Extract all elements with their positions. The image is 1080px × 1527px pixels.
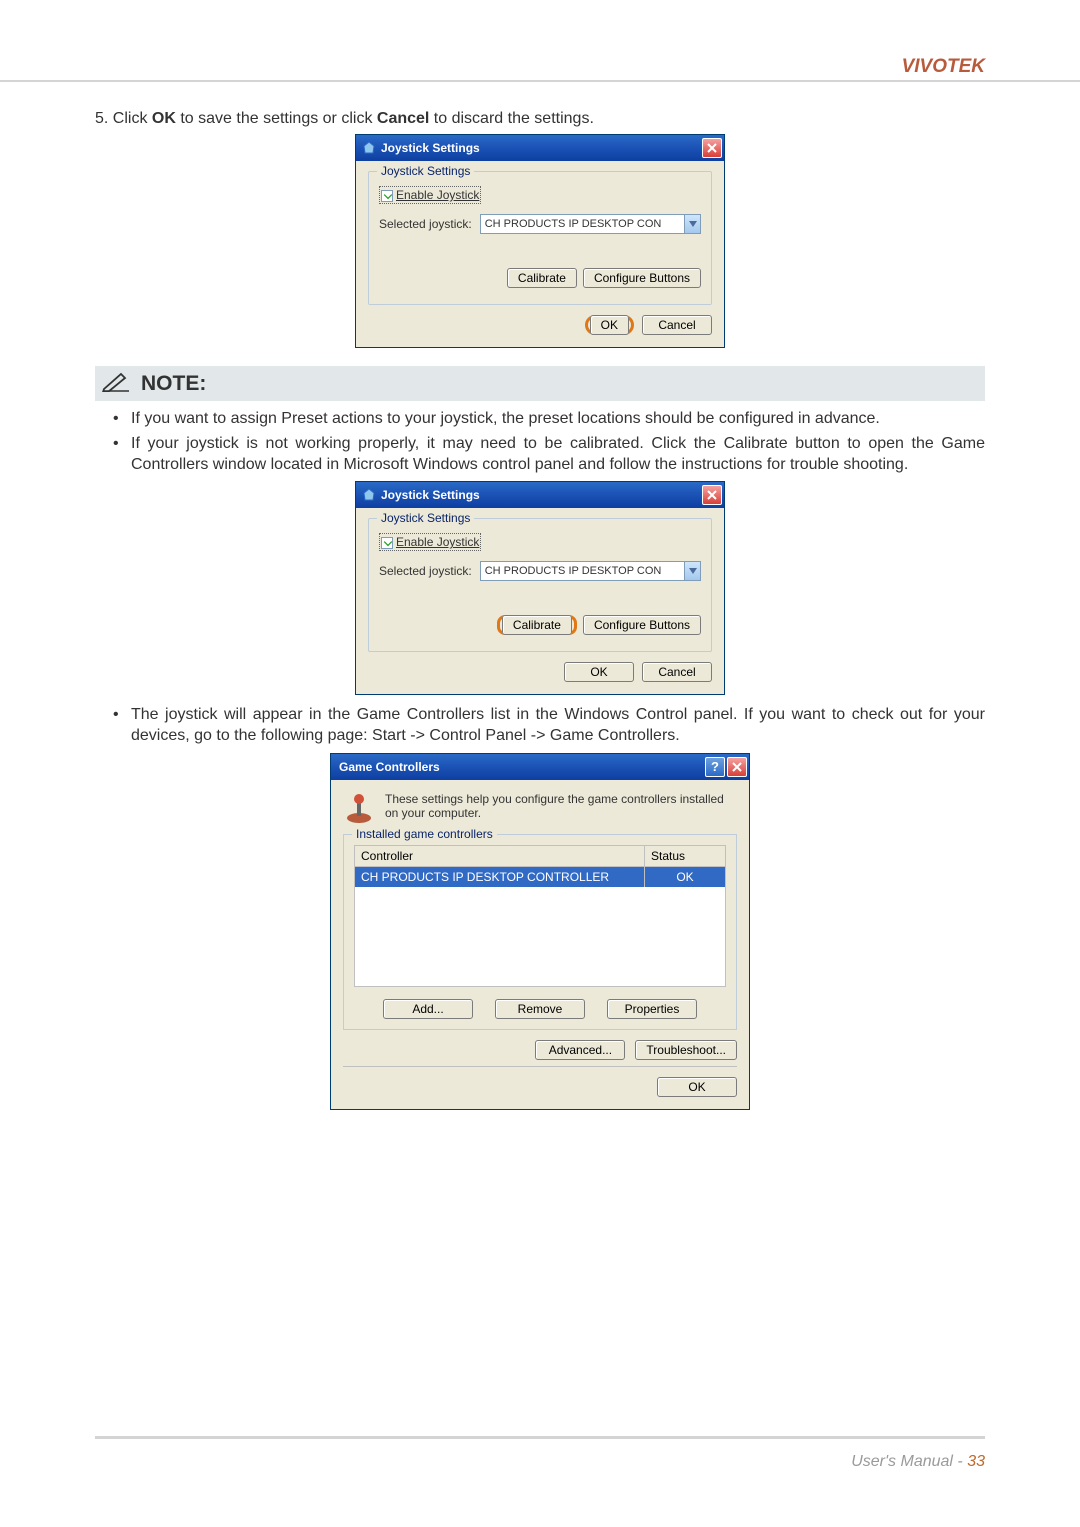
app-icon — [362, 141, 376, 155]
step-bold-cancel: Cancel — [377, 110, 429, 127]
combo-value: CH PRODUCTS IP DESKTOP CON — [485, 565, 662, 577]
step-mid: to save the settings or click — [176, 110, 377, 127]
step-instruction: 5. Click OK to save the settings or clic… — [95, 110, 985, 128]
controllers-list[interactable]: CH PRODUCTS IP DESKTOP CONTROLLER OK — [354, 867, 726, 987]
row-controller-name: CH PRODUCTS IP DESKTOP CONTROLLER — [355, 867, 645, 887]
advanced-button[interactable]: Advanced... — [535, 1040, 625, 1060]
table-row[interactable]: CH PRODUCTS IP DESKTOP CONTROLLER OK — [355, 867, 725, 887]
configure-buttons-button[interactable]: Configure Buttons — [583, 615, 701, 635]
dialog-titlebar[interactable]: Joystick Settings — [356, 482, 724, 508]
footer-manual-label: User's Manual - — [851, 1453, 967, 1470]
joystick-icon — [343, 792, 375, 824]
ok-button[interactable]: OK — [564, 662, 634, 682]
brand-label: VIVOTEK — [902, 56, 985, 78]
group-legend: Installed game controllers — [352, 827, 497, 841]
selected-joystick-label: Selected joystick: — [379, 564, 472, 578]
installed-controllers-group: Installed game controllers Controller St… — [343, 834, 737, 1030]
footer-divider — [95, 1436, 985, 1439]
note-item: The joystick will appear in the Game Con… — [95, 705, 985, 747]
joystick-settings-dialog: Joystick Settings Joystick Settings Enab… — [355, 481, 725, 695]
close-icon[interactable] — [702, 485, 722, 505]
dialog-title: Joystick Settings — [381, 488, 702, 502]
note-header: NOTE: — [95, 366, 985, 401]
group-legend: Joystick Settings — [377, 511, 474, 525]
step-bold-ok: OK — [152, 110, 176, 127]
enable-joystick-label: Enable Joystick — [396, 188, 479, 202]
properties-button[interactable]: Properties — [607, 999, 697, 1019]
cancel-button[interactable]: Cancel — [642, 315, 712, 335]
footer-text: User's Manual - 33 — [851, 1453, 985, 1471]
enable-joystick-label: Enable Joystick — [396, 535, 479, 549]
dialog-description: These settings help you configure the ga… — [385, 792, 737, 820]
dialog-titlebar[interactable]: Game Controllers ? — [331, 754, 749, 780]
note-item: If your joystick is not working properly… — [95, 434, 985, 476]
step-suffix: to discard the settings. — [429, 110, 594, 127]
dialog-title: Game Controllers — [337, 760, 705, 774]
game-controllers-dialog: Game Controllers ? — [330, 753, 750, 1110]
note-item: If you want to assign Preset actions to … — [95, 409, 985, 430]
help-icon[interactable]: ? — [705, 757, 725, 777]
calibrate-button[interactable]: Calibrate — [507, 268, 577, 288]
remove-button[interactable]: Remove — [495, 999, 585, 1019]
group-legend: Joystick Settings — [377, 164, 474, 178]
pencil-icon — [101, 370, 131, 397]
row-status: OK — [645, 867, 725, 887]
calibrate-button[interactable]: Calibrate — [502, 615, 572, 635]
enable-joystick-checkbox[interactable] — [381, 537, 393, 549]
enable-joystick-checkbox[interactable] — [381, 190, 393, 202]
selected-joystick-label: Selected joystick: — [379, 217, 472, 231]
list-header: Controller Status — [354, 845, 726, 867]
col-status[interactable]: Status — [645, 846, 725, 866]
step-prefix: 5. Click — [95, 110, 152, 127]
dialog-titlebar[interactable]: Joystick Settings — [356, 135, 724, 161]
chevron-down-icon — [684, 215, 700, 233]
chevron-down-icon — [684, 562, 700, 580]
configure-buttons-button[interactable]: Configure Buttons — [583, 268, 701, 288]
close-icon[interactable] — [702, 138, 722, 158]
footer-page-number: 33 — [967, 1453, 985, 1470]
highlight-calibrate: Calibrate — [497, 615, 577, 635]
highlight-ok: OK — [585, 315, 634, 335]
ok-button[interactable]: OK — [657, 1077, 737, 1097]
header-divider — [0, 80, 1080, 82]
dialog-title: Joystick Settings — [381, 141, 702, 155]
ok-button[interactable]: OK — [590, 315, 629, 335]
troubleshoot-button[interactable]: Troubleshoot... — [635, 1040, 737, 1060]
combo-value: CH PRODUCTS IP DESKTOP CON — [485, 218, 662, 230]
joystick-settings-group: Joystick Settings Enable Joystick Select… — [368, 518, 712, 652]
selected-joystick-combo[interactable]: CH PRODUCTS IP DESKTOP CON — [480, 561, 701, 581]
note-title: NOTE: — [141, 372, 206, 396]
close-icon[interactable] — [727, 757, 747, 777]
cancel-button[interactable]: Cancel — [642, 662, 712, 682]
add-button[interactable]: Add... — [383, 999, 473, 1019]
col-controller[interactable]: Controller — [355, 846, 645, 866]
selected-joystick-combo[interactable]: CH PRODUCTS IP DESKTOP CON — [480, 214, 701, 234]
joystick-settings-group: Joystick Settings Enable Joystick Select… — [368, 171, 712, 305]
app-icon — [362, 488, 376, 502]
joystick-settings-dialog: Joystick Settings Joystick Settings Enab… — [355, 134, 725, 348]
